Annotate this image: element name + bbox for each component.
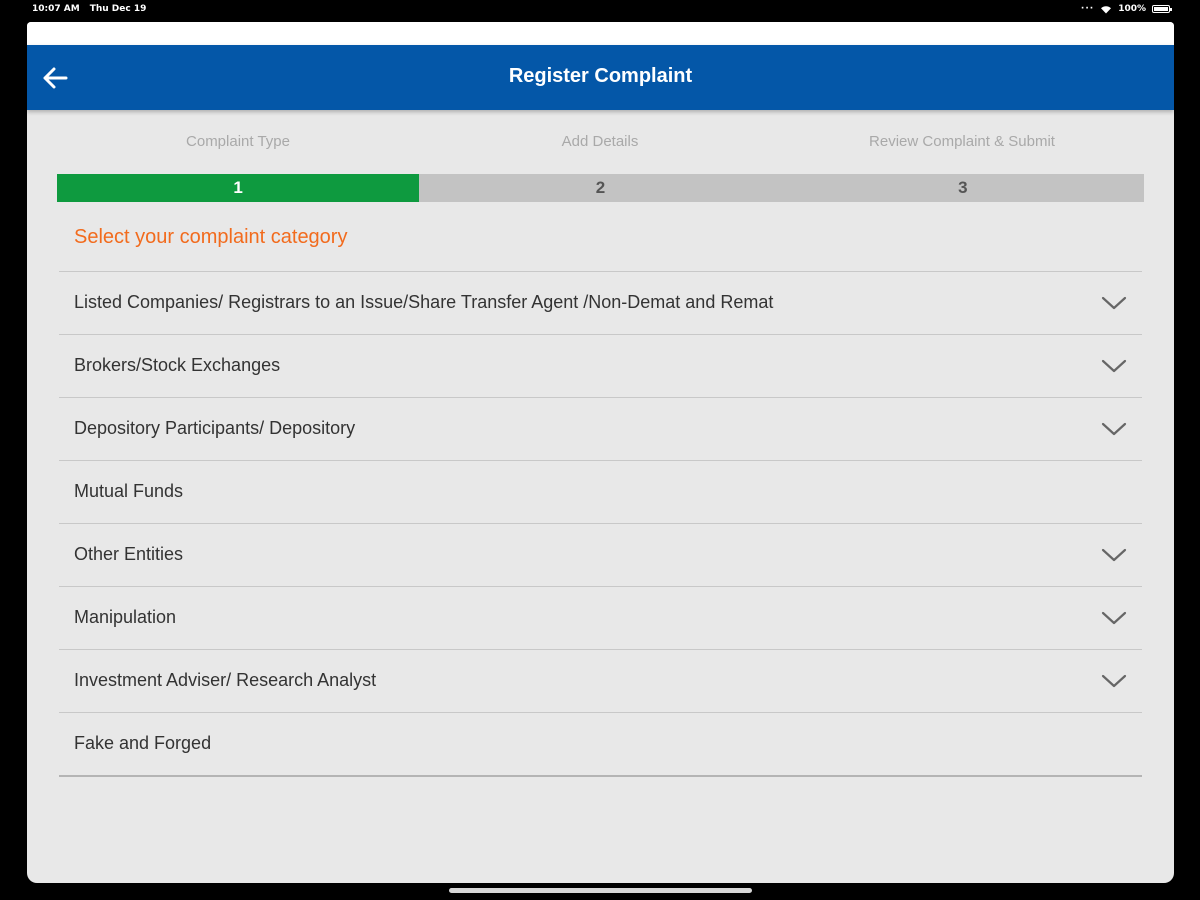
status-right: ··· 100% — [1080, 4, 1172, 14]
status-date: Thu Dec 19 — [89, 4, 147, 14]
step-3: 3 — [781, 174, 1144, 202]
category-list: Listed Companies/ Registrars to an Issue… — [59, 271, 1142, 777]
chevron-down-icon[interactable] — [1101, 293, 1127, 313]
category-item-depository[interactable]: Depository Participants/ Depository — [59, 398, 1142, 461]
category-label: Investment Adviser/ Research Analyst — [74, 670, 377, 690]
category-label: Mutual Funds — [74, 481, 184, 501]
status-left: 10:07 AM Thu Dec 19 — [32, 4, 146, 14]
app-screen: Register Complaint Complaint Type Add De… — [27, 22, 1174, 883]
category-label: Other Entities — [74, 544, 184, 564]
wifi-icon — [1101, 5, 1112, 13]
section-heading: Select your complaint category — [74, 226, 348, 248]
step-2: 2 — [419, 174, 782, 202]
app-bar: Register Complaint — [27, 45, 1174, 110]
chevron-down-icon[interactable] — [1101, 608, 1127, 628]
chevron-down-icon[interactable] — [1101, 356, 1127, 376]
status-bar: 10:07 AM Thu Dec 19 ··· 100% — [0, 0, 1200, 20]
battery-percent: 100% — [1118, 4, 1146, 14]
category-label: Depository Participants/ Depository — [74, 418, 356, 438]
category-item-mutual-funds[interactable]: Mutual Funds — [59, 461, 1142, 524]
chevron-down-icon[interactable] — [1101, 545, 1127, 565]
category-item-fake-and-forged[interactable]: Fake and Forged — [59, 713, 1142, 777]
step-labels: Complaint Type Add Details Review Compla… — [27, 110, 1174, 164]
step-label-complaint-type: Complaint Type — [186, 133, 290, 150]
category-item-brokers[interactable]: Brokers/Stock Exchanges — [59, 335, 1142, 398]
category-item-manipulation[interactable]: Manipulation — [59, 587, 1142, 650]
category-item-listed-companies[interactable]: Listed Companies/ Registrars to an Issue… — [59, 272, 1142, 335]
screen-top-strip — [27, 22, 1174, 45]
battery-icon — [1152, 5, 1172, 13]
step-label-review-submit: Review Complaint & Submit — [869, 133, 1055, 150]
category-item-other-entities[interactable]: Other Entities — [59, 524, 1142, 587]
category-label: Manipulation — [74, 607, 177, 627]
status-time: 10:07 AM — [32, 4, 80, 14]
category-item-investment-adviser[interactable]: Investment Adviser/ Research Analyst — [59, 650, 1142, 713]
step-1: 1 — [57, 174, 420, 202]
category-label: Brokers/Stock Exchanges — [74, 355, 281, 375]
page-title: Register Complaint — [508, 65, 693, 87]
multitasking-dots-icon: ··· — [1080, 4, 1095, 14]
home-indicator — [449, 888, 752, 893]
progress-stepper: 1 2 3 — [57, 174, 1144, 202]
step-label-add-details: Add Details — [561, 133, 639, 150]
chevron-down-icon[interactable] — [1101, 419, 1127, 439]
device-frame: 10:07 AM Thu Dec 19 ··· 100% Register Co… — [0, 0, 1200, 900]
category-label: Listed Companies/ Registrars to an Issue… — [74, 292, 774, 312]
chevron-down-icon[interactable] — [1101, 671, 1127, 691]
category-label: Fake and Forged — [74, 733, 212, 753]
